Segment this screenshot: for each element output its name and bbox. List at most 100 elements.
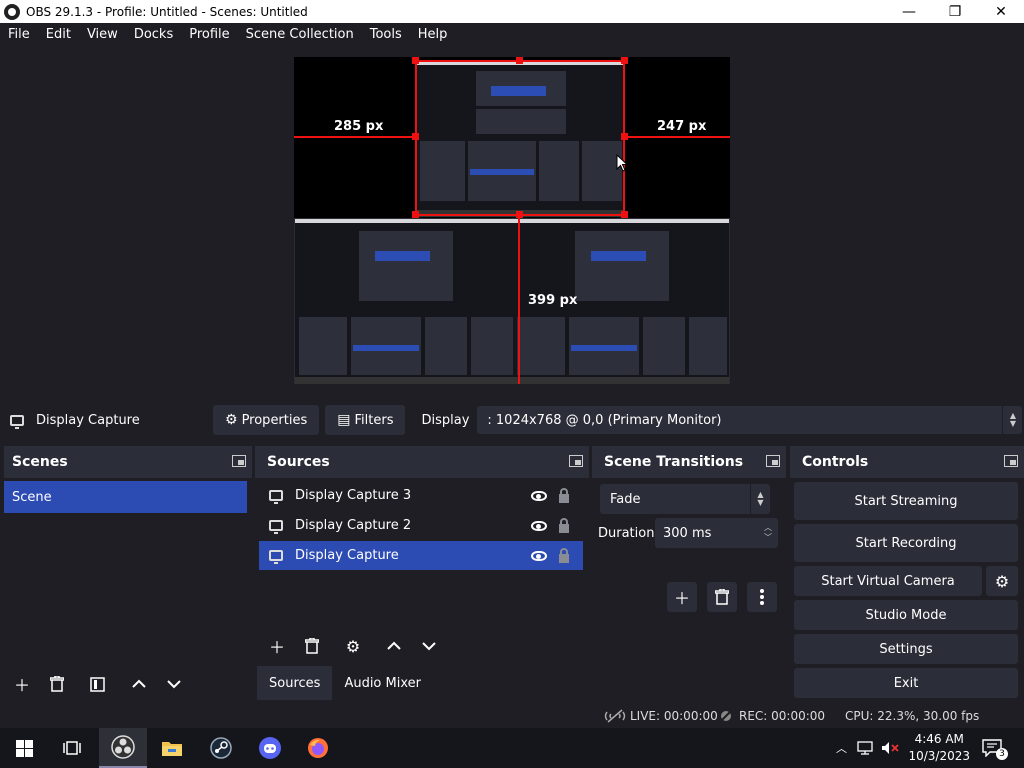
- transitions-header: Scene Transitions: [592, 446, 786, 478]
- clock-date: 10/3/2023: [908, 749, 970, 763]
- mouse-cursor-icon: [616, 154, 628, 172]
- transition-menu-button[interactable]: [747, 582, 777, 612]
- move-scene-down-button[interactable]: [159, 669, 189, 699]
- minimize-button[interactable]: —: [886, 0, 932, 23]
- controls-header: Controls: [790, 446, 1024, 478]
- scene-label: Scene: [12, 489, 52, 505]
- resize-handle[interactable]: [412, 57, 419, 64]
- transitions-title: Scene Transitions: [604, 454, 744, 470]
- menu-edit[interactable]: Edit: [38, 23, 79, 47]
- menu-scene-collection[interactable]: Scene Collection: [238, 23, 362, 47]
- source-label: Display Capture 2: [295, 518, 412, 533]
- clock-time: 4:46 AM: [914, 732, 964, 746]
- resize-handle[interactable]: [516, 57, 523, 64]
- bottom-gap-label: 399 px: [528, 293, 578, 308]
- volume-muted-icon[interactable]: [881, 741, 899, 755]
- source-item[interactable]: Display Capture 3: [259, 481, 583, 510]
- resize-handle[interactable]: [621, 133, 628, 140]
- add-source-button[interactable]: ＋: [262, 631, 292, 661]
- menu-help[interactable]: Help: [410, 23, 456, 47]
- chevron-up-icon[interactable]: ︿: [836, 740, 847, 756]
- taskbar-file-explorer[interactable]: [148, 728, 196, 768]
- menu-tools[interactable]: Tools: [362, 23, 410, 47]
- add-scene-button[interactable]: ＋: [7, 669, 37, 699]
- eye-icon[interactable]: [531, 490, 547, 501]
- spinner-arrows-icon[interactable]: ︿ ﹀: [758, 518, 778, 548]
- task-view-button[interactable]: [48, 728, 96, 768]
- add-transition-button[interactable]: ＋: [667, 582, 697, 612]
- move-source-down-button[interactable]: [414, 631, 444, 661]
- resize-handle[interactable]: [412, 133, 419, 140]
- start-virtual-camera-button[interactable]: Start Virtual Camera: [794, 566, 982, 596]
- duration-input[interactable]: 300 ms ︿ ﹀: [655, 518, 778, 548]
- resize-handle[interactable]: [412, 211, 419, 218]
- eye-icon[interactable]: [531, 550, 547, 561]
- scene-list-item[interactable]: Scene: [4, 481, 247, 513]
- source-item[interactable]: Display Capture 2: [259, 511, 583, 540]
- preview-canvas[interactable]: 285 px 247 px 399 px: [294, 57, 730, 384]
- resize-handle[interactable]: [516, 211, 523, 218]
- undock-icon[interactable]: [766, 455, 780, 467]
- remove-source-button[interactable]: [297, 631, 327, 661]
- capture-thumbnail-bottom[interactable]: [294, 218, 730, 384]
- scene-filters-button[interactable]: [82, 669, 112, 699]
- start-button[interactable]: [0, 728, 48, 768]
- start-streaming-button[interactable]: Start Streaming: [794, 482, 1018, 520]
- remove-scene-button[interactable]: [42, 669, 72, 699]
- updown-arrows-icon: ▲ ▼: [1002, 406, 1022, 434]
- menu-profile[interactable]: Profile: [181, 23, 237, 47]
- taskbar-firefox[interactable]: [294, 728, 342, 768]
- rec-timer: REC: 00:00:00: [739, 709, 826, 723]
- move-scene-up-button[interactable]: [124, 669, 154, 699]
- notification-center[interactable]: 3: [982, 728, 1014, 768]
- eye-icon[interactable]: [531, 520, 547, 531]
- studio-mode-button[interactable]: Studio Mode: [794, 600, 1018, 630]
- lock-icon[interactable]: [559, 487, 569, 503]
- sources-dock: Sources Display Capture 3 Display Captur…: [255, 446, 589, 702]
- menu-docks[interactable]: Docks: [126, 23, 181, 47]
- taskbar-steam[interactable]: [197, 728, 245, 768]
- source-item[interactable]: Display Capture: [259, 541, 583, 570]
- menu-view[interactable]: View: [79, 23, 126, 47]
- trash-icon: [50, 676, 64, 692]
- capture-thumbnail-top[interactable]: [415, 60, 625, 217]
- selected-source-label: Display Capture: [36, 412, 140, 428]
- taskbar-clock[interactable]: 4:46 AM 10/3/2023: [908, 731, 970, 765]
- network-icon[interactable]: [857, 741, 873, 755]
- transition-select[interactable]: Fade ▲ ▼: [600, 484, 770, 514]
- guide-right: [625, 136, 730, 138]
- resize-handle[interactable]: [621, 211, 628, 218]
- tab-audio-mixer[interactable]: Audio Mixer: [332, 666, 433, 700]
- taskbar-discord[interactable]: [246, 728, 294, 768]
- filters-button[interactable]: ▤ Filters: [325, 405, 406, 435]
- settings-button[interactable]: Settings: [794, 634, 1018, 664]
- tab-sources[interactable]: Sources: [257, 666, 333, 700]
- maximize-button[interactable]: ❐: [932, 0, 978, 23]
- move-source-up-button[interactable]: [379, 631, 409, 661]
- lock-icon[interactable]: [559, 547, 569, 563]
- trash-icon: [305, 638, 319, 654]
- resize-handle[interactable]: [621, 57, 628, 64]
- undock-icon[interactable]: [1004, 455, 1018, 467]
- chevron-down-icon: [167, 680, 181, 689]
- title-bar: OBS 29.1.3 - Profile: Untitled - Scenes:…: [0, 0, 1024, 23]
- start-recording-button[interactable]: Start Recording: [794, 524, 1018, 562]
- duration-value: 300 ms: [663, 525, 712, 541]
- source-properties-button[interactable]: ⚙: [338, 631, 368, 661]
- gear-icon: ⚙: [225, 412, 238, 428]
- properties-button[interactable]: ⚙ Properties: [213, 405, 320, 435]
- virtual-camera-settings-button[interactable]: ⚙: [986, 566, 1018, 596]
- display-select[interactable]: : 1024x768 @ 0,0 (Primary Monitor) ▲ ▼: [477, 406, 1023, 434]
- menu-file[interactable]: File: [0, 23, 38, 47]
- remove-transition-button[interactable]: [707, 582, 737, 612]
- exit-button[interactable]: Exit: [794, 668, 1018, 698]
- more-vertical-icon: [760, 589, 764, 605]
- transition-value: Fade: [610, 491, 641, 507]
- undock-icon[interactable]: [232, 455, 246, 467]
- close-button[interactable]: ✕: [978, 0, 1024, 23]
- monitor-icon: [269, 520, 283, 534]
- taskbar-obs[interactable]: [99, 728, 147, 768]
- scenes-header: Scenes: [4, 446, 252, 478]
- undock-icon[interactable]: [569, 455, 583, 467]
- lock-icon[interactable]: [559, 517, 569, 533]
